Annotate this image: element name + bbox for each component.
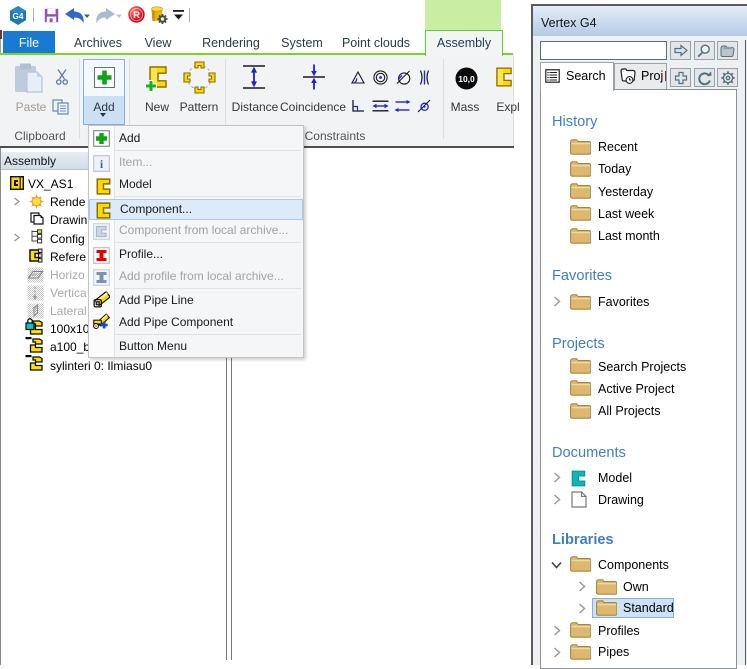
svg-text:G4: G4 — [13, 12, 24, 21]
svg-text:R: R — [133, 10, 140, 21]
svg-text:10,0: 10,0 — [458, 74, 475, 84]
